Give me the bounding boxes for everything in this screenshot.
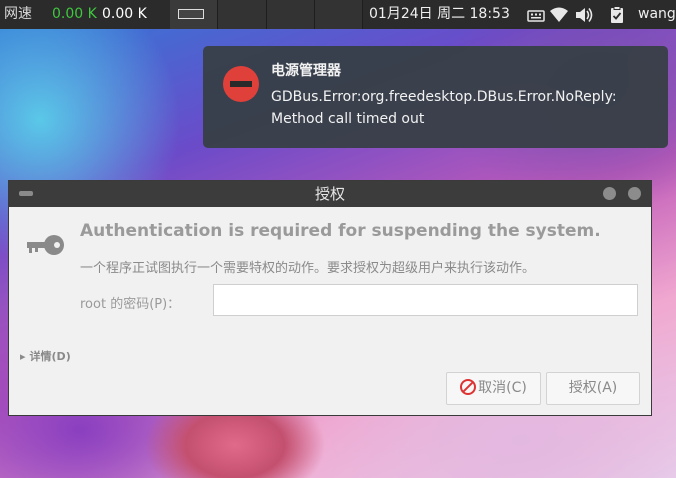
notification-body: GDBus.Error:org.freedesktop.DBus.Error.N… xyxy=(271,86,666,130)
cancel-button[interactable]: 取消(C) xyxy=(446,372,541,405)
workspace-2[interactable] xyxy=(218,0,267,29)
details-label: 详情(D) xyxy=(29,350,71,363)
notification-popup[interactable]: 电源管理器 GDBus.Error:org.freedesktop.DBus.E… xyxy=(203,46,668,148)
maximize-button[interactable] xyxy=(603,187,616,200)
clipboard-icon[interactable] xyxy=(607,5,627,25)
key-icon xyxy=(27,235,64,255)
authorize-button[interactable]: 授权(A) xyxy=(546,372,640,405)
authorization-dialog: 授权 Authentication is required for suspen… xyxy=(8,180,652,416)
cancel-label: 取消(C) xyxy=(478,380,527,396)
keyboard-icon[interactable] xyxy=(526,5,546,25)
auth-heading: Authentication is required for suspendin… xyxy=(80,221,601,241)
net-download-speed: 0.00 K xyxy=(52,6,97,22)
notification-title: 电源管理器 xyxy=(271,63,341,79)
workspace-1[interactable] xyxy=(170,0,219,29)
net-upload-speed: 0.00 K xyxy=(102,6,147,22)
dialog-titlebar[interactable]: 授权 xyxy=(9,181,651,207)
password-field[interactable] xyxy=(213,284,638,316)
notification-body-line: Method call timed out xyxy=(271,111,425,127)
workspace-4[interactable] xyxy=(315,0,363,29)
workspace-switcher[interactable] xyxy=(170,0,363,29)
auth-description: 一个程序正试图执行一个需要特权的动作。要求授权为超级用户来执行该动作。 xyxy=(80,261,536,276)
wifi-icon[interactable] xyxy=(549,5,569,25)
workspace-3[interactable] xyxy=(267,0,315,29)
password-label: root 的密码(P)： xyxy=(80,297,181,312)
cancel-icon xyxy=(460,379,477,395)
details-expander[interactable]: ▸ 详情(D) xyxy=(20,348,71,364)
user-menu[interactable]: wang xyxy=(638,0,676,29)
top-panel: 网速 0.00 K 0.00 K 01月24日 周二 18:53 wang xyxy=(0,0,676,29)
chevron-right-icon: ▸ xyxy=(20,350,26,363)
volume-icon[interactable] xyxy=(574,5,594,25)
notification-body-line: GDBus.Error:org.freedesktop.DBus.Error.N… xyxy=(271,89,617,105)
close-button[interactable] xyxy=(628,187,641,200)
dialog-title: 授权 xyxy=(314,185,345,203)
window-thumbnail xyxy=(178,9,204,19)
clock[interactable]: 01月24日 周二 18:53 xyxy=(369,0,510,29)
authorize-label: 授权(A) xyxy=(568,380,618,396)
stop-icon xyxy=(223,66,259,102)
net-speed-label: 网速 xyxy=(4,6,32,22)
